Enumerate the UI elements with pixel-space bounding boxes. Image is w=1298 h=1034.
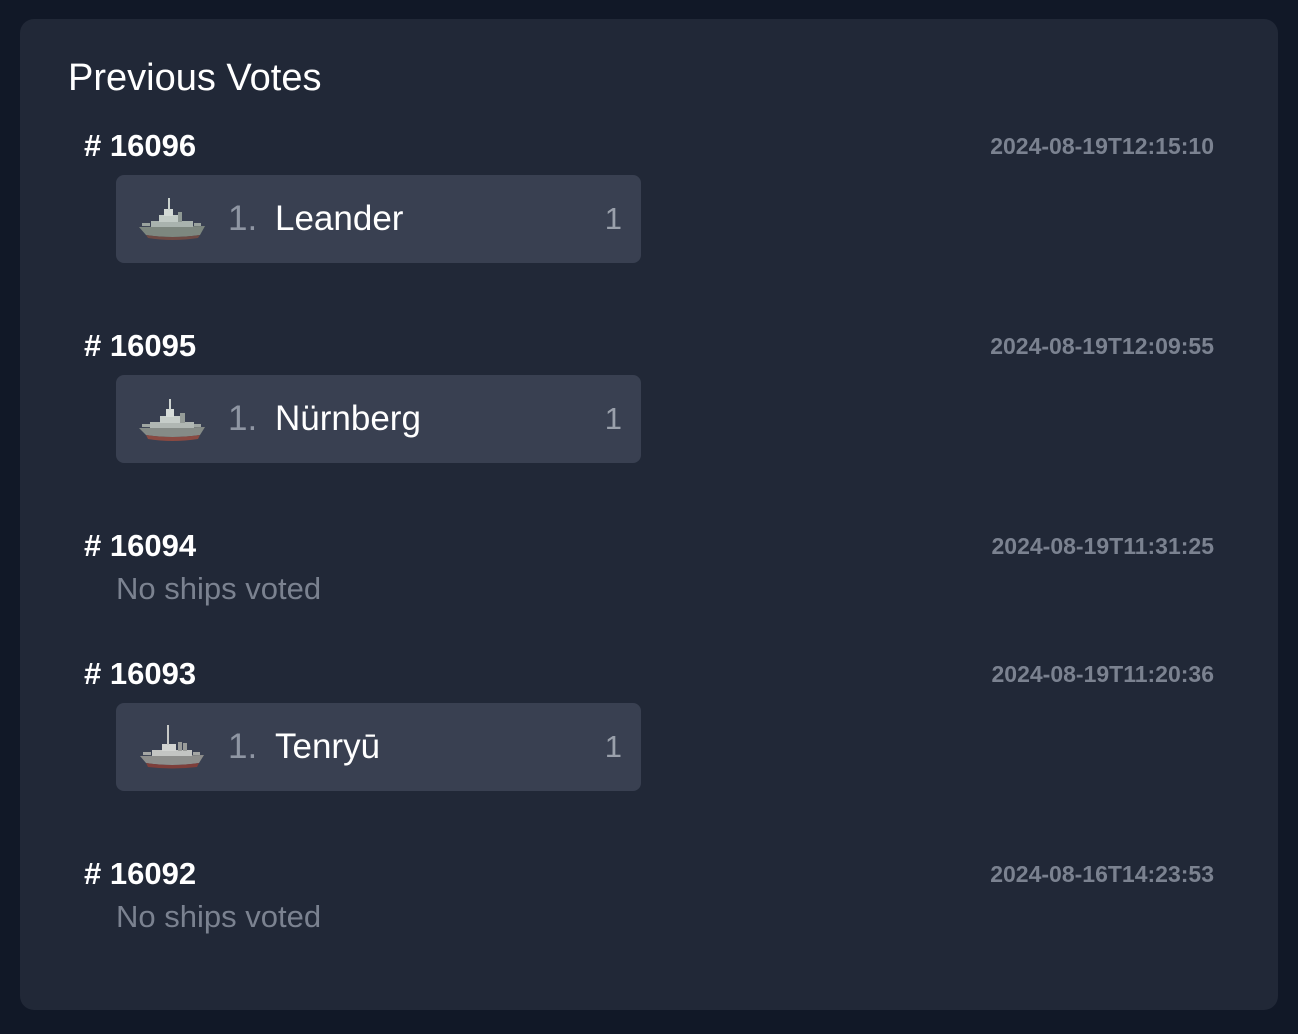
vote-header: # 16093 2024-08-19T11:20:36 — [84, 654, 1214, 694]
vote-header: # 16095 2024-08-19T12:09:55 — [84, 326, 1214, 366]
ship-vote-count: 1 — [604, 729, 622, 764]
vote-timestamp: 2024-08-19T11:31:25 — [991, 533, 1215, 559]
vote-entry: # 16096 2024-08-19T12:15:10 1. Leander 1 — [84, 126, 1214, 263]
panel-title: Previous Votes — [68, 57, 322, 99]
vote-timestamp: 2024-08-19T12:09:55 — [990, 333, 1214, 359]
vote-entry: # 16095 2024-08-19T12:09:55 1. Nürnberg … — [84, 326, 1214, 463]
vote-id: # 16096 — [84, 128, 197, 163]
vote-id: # 16093 — [84, 656, 197, 691]
ship-name: Leander — [275, 199, 404, 238]
vote-entry: # 16094 2024-08-19T11:31:25 No ships vot… — [84, 526, 1214, 606]
ship-vote-card[interactable]: 1. Tenryū 1 — [116, 703, 641, 791]
cruiser-ship-icon — [140, 725, 204, 769]
vote-timestamp: 2024-08-16T14:23:53 — [990, 861, 1214, 887]
ship-rank: 1. — [228, 199, 258, 238]
no-ships-message: No ships voted — [116, 571, 322, 606]
cruiser-ship-icon — [139, 198, 205, 240]
vote-header: # 16094 2024-08-19T11:31:25 — [84, 526, 1214, 566]
ship-vote-count: 1 — [604, 401, 622, 436]
vote-header: # 16096 2024-08-19T12:15:10 — [84, 126, 1214, 166]
vote-timestamp: 2024-08-19T12:15:10 — [990, 133, 1214, 159]
ship-rank: 1. — [228, 727, 258, 766]
ship-vote-card[interactable]: 1. Nürnberg 1 — [116, 375, 641, 463]
cruiser-ship-icon — [139, 399, 205, 441]
ship-vote-card[interactable]: 1. Leander 1 — [116, 175, 641, 263]
no-ships-message: No ships voted — [116, 899, 322, 934]
vote-entry: # 16092 2024-08-16T14:23:53 No ships vot… — [84, 854, 1214, 934]
ship-rank: 1. — [228, 399, 258, 438]
ship-name: Tenryū — [275, 727, 381, 766]
vote-id: # 16092 — [84, 856, 197, 891]
vote-header: # 16092 2024-08-16T14:23:53 — [84, 854, 1214, 894]
vote-timestamp: 2024-08-19T11:20:36 — [991, 661, 1215, 687]
previous-votes-panel: Previous Votes # 16096 2024-08-19T12:15:… — [20, 19, 1278, 1010]
vote-entry: # 16093 2024-08-19T11:20:36 1. Tenryū 1 — [84, 654, 1214, 791]
vote-id: # 16094 — [84, 528, 197, 563]
ship-name: Nürnberg — [275, 399, 421, 438]
ship-vote-count: 1 — [604, 201, 622, 236]
vote-id: # 16095 — [84, 328, 197, 363]
